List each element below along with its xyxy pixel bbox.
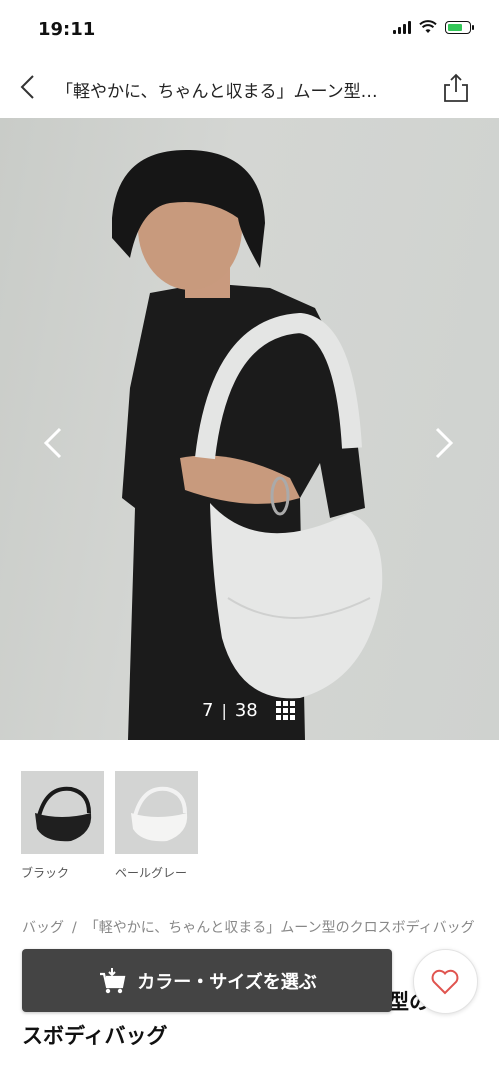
- breadcrumb: バッグ / 「軽やかに、ちゃんと収まる」ムーン型のクロスボディバッグ: [22, 917, 477, 939]
- image-counter: 7 | 38: [202, 700, 295, 721]
- share-icon: [444, 73, 468, 102]
- previous-image-button[interactable]: [38, 423, 68, 463]
- image-counter-current: 7: [202, 700, 214, 721]
- back-chevron-icon: [20, 75, 34, 99]
- color-swatches: ブラック ペールグレー: [21, 771, 198, 881]
- select-color-size-button[interactable]: カラー・サイズを選ぶ: [22, 949, 392, 1012]
- product-title: スボディバッグ: [22, 1024, 168, 1048]
- color-swatch-pale-gray-image: [115, 771, 198, 854]
- select-color-size-label: カラー・サイズを選ぶ: [137, 971, 317, 993]
- battery-icon: [445, 20, 474, 34]
- color-swatch-black[interactable]: ブラック: [21, 771, 104, 881]
- next-image-button[interactable]: [429, 423, 459, 463]
- status-time: 19:11: [38, 19, 96, 40]
- chevron-left-icon: [43, 427, 62, 459]
- breadcrumb-item-product[interactable]: 「軽やかに、ちゃんと収まる」ムーン型のクロスボディバッグ: [85, 920, 475, 936]
- color-swatch-pale-gray[interactable]: ペールグレー: [115, 771, 198, 881]
- color-swatch-black-label: ブラック: [21, 866, 70, 880]
- image-counter-separator: |: [221, 701, 227, 720]
- heart-icon: [431, 969, 459, 995]
- header: 「軽やかに、ちゃんと収まる」ムーン型…: [0, 60, 499, 118]
- breadcrumb-item-bags[interactable]: バッグ: [22, 920, 64, 936]
- status-icons: [393, 20, 474, 34]
- color-swatch-black-image: [21, 771, 104, 854]
- image-counter-total: 38: [234, 700, 258, 721]
- page-title: 「軽やかに、ちゃんと収まる」ムーン型…: [56, 82, 378, 102]
- cart-icon: [100, 967, 126, 993]
- wifi-icon: [419, 20, 437, 33]
- back-button[interactable]: [14, 72, 44, 102]
- product-photo: [112, 149, 383, 740]
- chevron-right-icon: [435, 427, 454, 459]
- color-swatch-pale-gray-label: ペールグレー: [115, 866, 188, 880]
- cellular-signal-icon: [393, 20, 411, 34]
- favorite-button[interactable]: [413, 949, 478, 1014]
- grid-icon[interactable]: [275, 701, 295, 720]
- share-button[interactable]: [441, 72, 471, 104]
- status-bar: 19:11: [0, 0, 499, 60]
- breadcrumb-separator: /: [72, 920, 77, 936]
- product-image-gallery[interactable]: 7 | 38: [0, 118, 499, 740]
